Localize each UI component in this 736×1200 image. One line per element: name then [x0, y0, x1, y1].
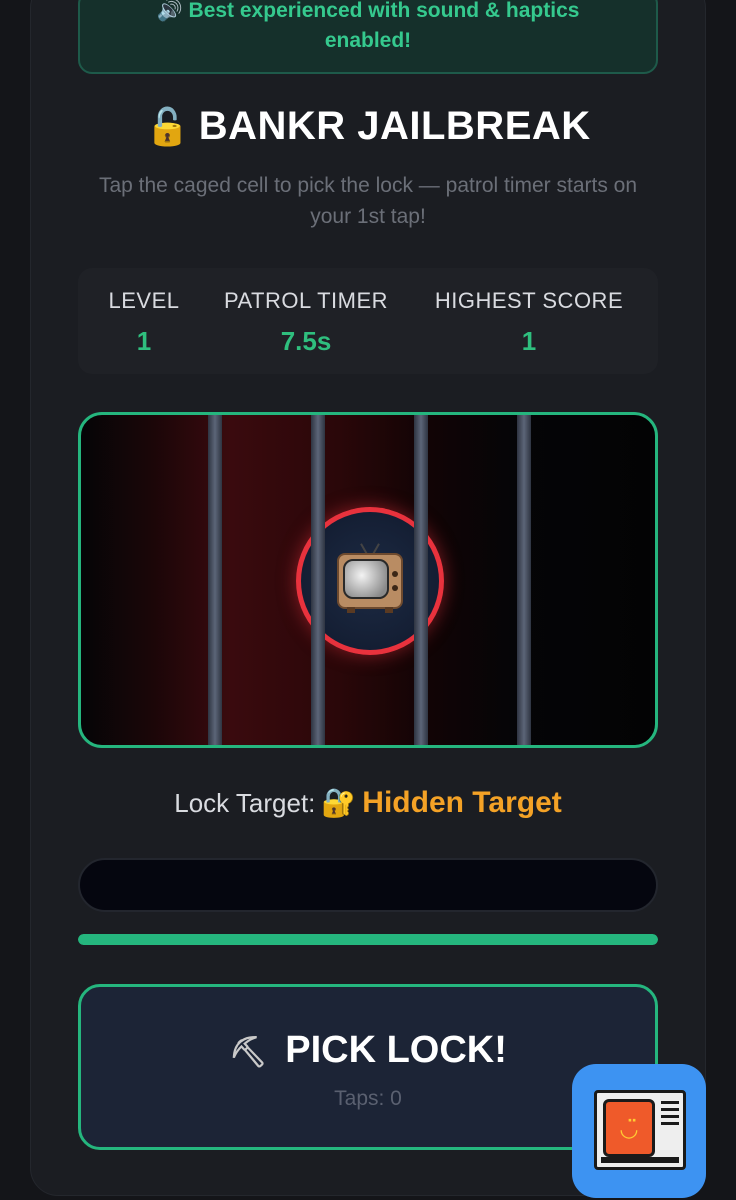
instructions-text: Tap the caged cell to pick the lock — pa…: [98, 174, 638, 228]
caged-cell[interactable]: [78, 412, 658, 748]
patrol-timer-stat: PATROL TIMER 7.5s: [206, 288, 406, 357]
patrol-timer-bar: [78, 934, 658, 945]
page-title: 🔓 BANKR JAILBREAK: [0, 104, 736, 149]
pick-lock-label: PICK LOCK!: [285, 1029, 507, 1071]
level-stat: LEVEL 1: [78, 288, 210, 357]
highest-score-value: 1: [521, 326, 537, 356]
locked-key-icon: 🔐: [321, 787, 357, 818]
patrol-timer-label: PATROL TIMER: [223, 288, 389, 313]
lock-target-label: Lock Target:: [174, 788, 316, 818]
sound-banner-text: 🔊 Best experienced with sound & haptics …: [156, 0, 580, 52]
television-icon: [337, 543, 403, 613]
computer-icon: ◡̈: [594, 1090, 686, 1170]
patrol-timer-value: 7.5s: [280, 326, 332, 356]
cage-bar: [208, 415, 222, 745]
highest-score-label: HIGHEST SCORE: [434, 288, 624, 313]
title-text: BANKR JAILBREAK: [198, 104, 591, 148]
lock-progress-track: [78, 858, 658, 912]
open-lock-icon: 🔓: [145, 106, 191, 147]
lock-target-row: Lock Target: 🔐 Hidden Target: [0, 786, 736, 820]
app-logo-icon[interactable]: ◡̈: [572, 1064, 706, 1198]
stats-panel: LEVEL 1 PATROL TIMER 7.5s HIGHEST SCORE …: [78, 268, 658, 374]
patrol-timer-fill: [78, 934, 658, 945]
cage-bar: [414, 415, 428, 745]
taps-counter: Taps: 0: [334, 1087, 402, 1110]
pick-lock-label-row: ⛏ PICK LOCK!: [81, 1029, 655, 1072]
pick-lock-button[interactable]: ⛏ PICK LOCK! Taps: 0: [78, 984, 658, 1150]
level-label: LEVEL: [108, 288, 180, 313]
hammer-icon: ⛏: [229, 1036, 268, 1069]
lock-target-value: Hidden Target: [362, 786, 562, 819]
level-value: 1: [136, 326, 152, 356]
highest-score-stat: HIGHEST SCORE 1: [418, 288, 640, 357]
cage-bar: [311, 415, 325, 745]
cage-bar: [517, 415, 531, 745]
sound-haptics-banner: 🔊 Best experienced with sound & haptics …: [78, 0, 658, 74]
